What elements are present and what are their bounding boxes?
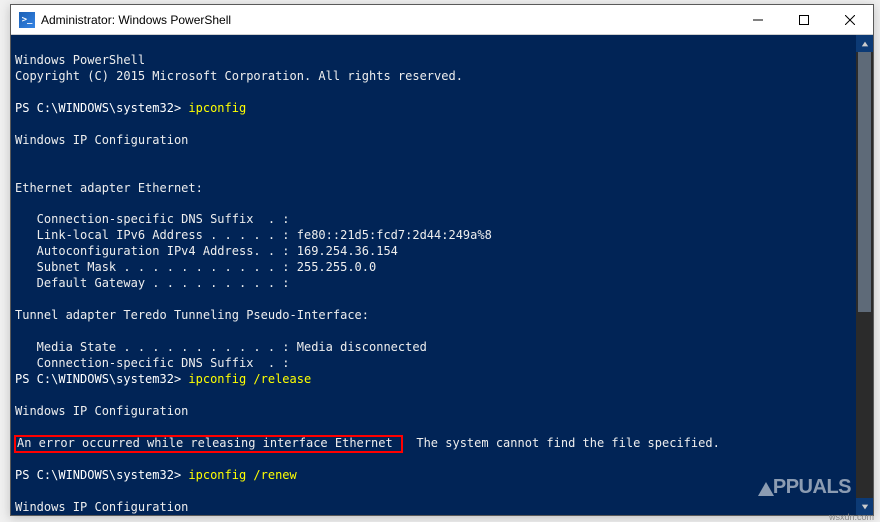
console-line — [15, 149, 22, 163]
command: ipconfig — [188, 468, 246, 482]
prompt-path: PS C:\WINDOWS\system32> — [15, 101, 188, 115]
console-line — [15, 484, 22, 498]
console-line — [15, 117, 22, 131]
console-line: Windows IP Configuration — [15, 404, 188, 418]
console-line — [15, 165, 22, 179]
prompt-line: PS C:\WINDOWS\system32> ipconfig — [15, 101, 246, 115]
scroll-track[interactable] — [856, 52, 873, 498]
source-watermark: wsxdn.com — [829, 512, 874, 522]
watermark-text: PPUALS — [773, 474, 851, 501]
command: ipconfig — [188, 101, 246, 115]
console-line: Connection-specific DNS Suffix . : — [15, 212, 290, 226]
console-line — [15, 85, 22, 99]
console-line — [15, 292, 22, 306]
console-line — [15, 420, 22, 434]
close-button[interactable] — [827, 5, 873, 34]
command: ipconfig — [188, 372, 246, 386]
minimize-button[interactable] — [735, 5, 781, 34]
console-output[interactable]: Windows PowerShell Copyright (C) 2015 Mi… — [11, 35, 873, 515]
console-line: Media State . . . . . . . . . . . : Medi… — [15, 340, 427, 354]
error-highlight: An error occurred while releasing interf… — [15, 436, 402, 452]
prompt-line: PS C:\WINDOWS\system32> ipconfig /releas… — [15, 372, 311, 386]
prompt-path: PS C:\WINDOWS\system32> — [15, 372, 188, 386]
prompt-path: PS C:\WINDOWS\system32> — [15, 468, 188, 482]
console-line: Default Gateway . . . . . . . . . : — [15, 276, 290, 290]
console-line — [15, 388, 22, 402]
console-line — [15, 197, 22, 211]
console-line: Autoconfiguration IPv4 Address. . : 169.… — [15, 244, 398, 258]
console-line: Tunnel adapter Teredo Tunneling Pseudo-I… — [15, 308, 369, 322]
scroll-thumb[interactable] — [858, 52, 871, 312]
powershell-icon: >_ — [19, 12, 35, 28]
error-tail: The system cannot find the file specifie… — [402, 436, 720, 450]
console-line: Subnet Mask . . . . . . . . . . . : 255.… — [15, 260, 376, 274]
prompt-line: PS C:\WINDOWS\system32> ipconfig /renew — [15, 468, 297, 482]
vertical-scrollbar[interactable] — [856, 35, 873, 515]
console-line: Connection-specific DNS Suffix . : — [15, 356, 290, 370]
console-line: Ethernet adapter Ethernet: — [15, 181, 203, 195]
maximize-button[interactable] — [781, 5, 827, 34]
titlebar[interactable]: >_ Administrator: Windows PowerShell — [11, 5, 873, 35]
error-line: An error occurred while releasing interf… — [15, 436, 720, 450]
console-line — [15, 324, 22, 338]
scroll-up-button[interactable] — [856, 35, 873, 52]
console-line: Windows IP Configuration — [15, 500, 188, 514]
command-args: /release — [246, 372, 311, 386]
console-line — [15, 452, 22, 466]
console-line: Link-local IPv6 Address . . . . . : fe80… — [15, 228, 492, 242]
watermark-logo: PPUALS — [758, 474, 851, 501]
window-title: Administrator: Windows PowerShell — [41, 13, 735, 27]
logo-triangle-icon — [758, 482, 774, 496]
powershell-window: >_ Administrator: Windows PowerShell Win… — [10, 4, 874, 516]
window-controls — [735, 5, 873, 34]
console-line: Copyright (C) 2015 Microsoft Corporation… — [15, 69, 463, 83]
command-args: /renew — [246, 468, 297, 482]
console-line: Windows PowerShell — [15, 53, 145, 67]
console-line: Windows IP Configuration — [15, 133, 188, 147]
